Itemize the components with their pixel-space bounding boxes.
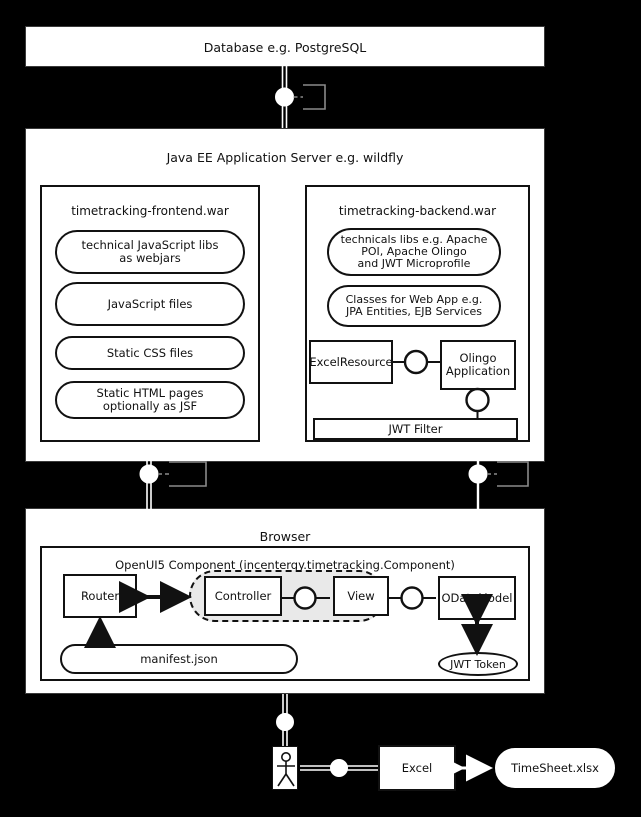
architecture-diagram: Database e.g. PostgreSQL Java EE Applica…: [0, 0, 641, 817]
backend-ball-joints: [403, 349, 490, 413]
jwt-filter-box: JWT Filter: [313, 418, 518, 440]
jwt-filter-label: JWT Filter: [388, 421, 443, 436]
